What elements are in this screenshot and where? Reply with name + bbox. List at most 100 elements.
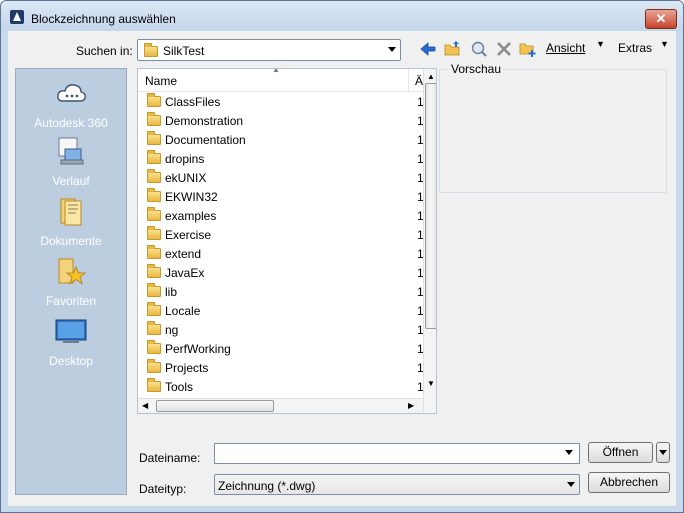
folder-icon xyxy=(147,131,161,145)
place-desktop[interactable]: Desktop xyxy=(16,315,126,368)
chevron-down-icon xyxy=(567,482,575,487)
back-arrow-icon[interactable] xyxy=(419,40,437,58)
dialog-body: Suchen in: SilkTest Ansicht ▼ Extras ▼ A… xyxy=(8,31,676,506)
folder-icon xyxy=(147,264,161,278)
cloud-icon xyxy=(57,84,86,102)
view-menu-arrow-icon[interactable]: ▼ xyxy=(596,39,605,49)
sort-ascending-icon: ▲ xyxy=(272,68,280,74)
place-autodesk-360[interactable]: Autodesk 360 xyxy=(16,77,126,130)
file-name: examples xyxy=(165,209,217,223)
file-name: extend xyxy=(165,247,202,261)
open-options-button[interactable] xyxy=(656,442,670,463)
file-name: ClassFiles xyxy=(165,95,221,109)
column-divider xyxy=(408,69,409,91)
file-name: Exercise xyxy=(165,228,212,242)
folder-icon xyxy=(147,150,161,164)
file-row[interactable]: Locale 1 xyxy=(145,301,424,320)
look-in-label: Suchen in: xyxy=(76,44,133,58)
folder-icon xyxy=(147,226,161,240)
folder-icon xyxy=(147,302,161,316)
column-header-date[interactable]: Ä xyxy=(415,74,423,88)
file-name: Tools xyxy=(165,380,194,394)
folder-icon xyxy=(147,359,161,373)
filename-input[interactable] xyxy=(214,443,580,464)
cancel-button[interactable]: Abbrechen xyxy=(588,472,670,493)
file-row[interactable]: Tools 1 xyxy=(145,377,424,396)
vertical-scroll-thumb[interactable] xyxy=(425,83,436,329)
file-row[interactable]: examples 1 xyxy=(145,206,424,225)
horizontal-scrollbar[interactable]: ◀ ▶ xyxy=(138,398,423,413)
file-list[interactable]: ▲ Name Ä ClassFiles 1 Demonstration 1 Docume… xyxy=(137,68,437,414)
filename-dropdown-icon[interactable] xyxy=(565,450,573,455)
chevron-down-icon xyxy=(659,450,667,455)
places-bar: Autodesk 360 Verlauf Dokumente Favoriten… xyxy=(15,68,127,495)
scroll-down-icon[interactable]: ▼ xyxy=(427,379,435,388)
folder-icon xyxy=(147,207,161,221)
folder-icon xyxy=(147,378,161,392)
file-list-header: ▲ Name Ä xyxy=(138,69,424,92)
file-row[interactable]: dropins 1 xyxy=(145,149,424,168)
file-row[interactable]: Projects 1 xyxy=(145,358,424,377)
place-history[interactable]: Verlauf xyxy=(16,135,126,188)
filename-label: Dateiname: xyxy=(139,451,201,465)
scroll-right-icon[interactable]: ▶ xyxy=(408,401,414,410)
file-row[interactable]: ekUNIX 1 xyxy=(145,168,424,187)
horizontal-scroll-thumb[interactable] xyxy=(156,400,274,412)
favorites-icon xyxy=(58,258,87,285)
folder-icon xyxy=(147,169,161,183)
open-button[interactable]: Öffnen xyxy=(588,442,653,463)
tools-menu[interactable]: Extras xyxy=(618,41,652,55)
new-folder-icon[interactable] xyxy=(519,40,537,58)
file-row[interactable]: JavaEx 1 xyxy=(145,263,424,282)
tools-menu-arrow-icon[interactable]: ▼ xyxy=(660,39,669,49)
chevron-down-icon xyxy=(388,47,396,52)
scroll-left-icon[interactable]: ◀ xyxy=(142,401,148,410)
file-row[interactable]: Documentation 1 xyxy=(145,130,424,149)
file-row[interactable]: EKWIN32 1 xyxy=(145,187,424,206)
vertical-scrollbar[interactable]: ▲ ▼ xyxy=(423,69,436,413)
file-name: lib xyxy=(165,285,178,299)
file-row[interactable]: extend 1 xyxy=(145,244,424,263)
file-row[interactable]: ng 1 xyxy=(145,320,424,339)
file-name: JavaEx xyxy=(165,266,205,280)
close-button[interactable]: ✕ xyxy=(645,9,677,29)
place-favorites[interactable]: Favoriten xyxy=(16,255,126,308)
look-in-dropdown[interactable]: SilkTest xyxy=(137,39,401,61)
file-name: Demonstration xyxy=(165,114,244,128)
filetype-label: Dateityp: xyxy=(139,482,187,496)
folder-icon xyxy=(147,340,161,354)
preview-panel: Vorschau xyxy=(439,62,667,193)
file-row[interactable]: ClassFiles 1 xyxy=(145,92,424,111)
delete-icon[interactable] xyxy=(495,40,513,58)
title-bar: Blockzeichnung auswählen ✕ xyxy=(1,1,683,31)
file-name: PerfWorking xyxy=(165,342,231,356)
filetype-dropdown[interactable]: Zeichnung (*.dwg) xyxy=(214,474,580,495)
file-name: Locale xyxy=(165,304,201,318)
filetype-value: Zeichnung (*.dwg) xyxy=(218,479,316,493)
file-name: Projects xyxy=(165,361,209,375)
folder-icon xyxy=(144,43,158,57)
folder-icon xyxy=(147,112,161,126)
place-documents[interactable]: Dokumente xyxy=(16,195,126,248)
window-title: Blockzeichnung auswählen xyxy=(31,12,176,26)
file-row[interactable]: Demonstration 1 xyxy=(145,111,424,130)
folder-icon xyxy=(147,283,161,297)
folder-icon xyxy=(147,321,161,335)
scroll-up-icon[interactable]: ▲ xyxy=(427,72,435,81)
history-icon xyxy=(58,137,84,165)
file-row[interactable]: lib 1 xyxy=(145,282,424,301)
file-row[interactable]: Exercise 1 xyxy=(145,225,424,244)
autocad-logo-icon xyxy=(10,10,24,24)
column-header-name[interactable]: Name xyxy=(145,74,177,88)
file-name: EKWIN32 xyxy=(165,190,218,204)
file-row[interactable]: PerfWorking 1 xyxy=(145,339,424,358)
up-folder-icon[interactable] xyxy=(444,40,462,58)
preview-label: Vorschau xyxy=(449,62,504,76)
documents-icon xyxy=(60,198,82,226)
folder-icon xyxy=(147,245,161,259)
folder-icon xyxy=(147,188,161,202)
search-web-icon[interactable] xyxy=(470,40,488,58)
view-menu[interactable]: Ansicht xyxy=(546,41,585,55)
desktop-icon xyxy=(55,319,87,343)
file-name: Documentation xyxy=(165,133,246,147)
